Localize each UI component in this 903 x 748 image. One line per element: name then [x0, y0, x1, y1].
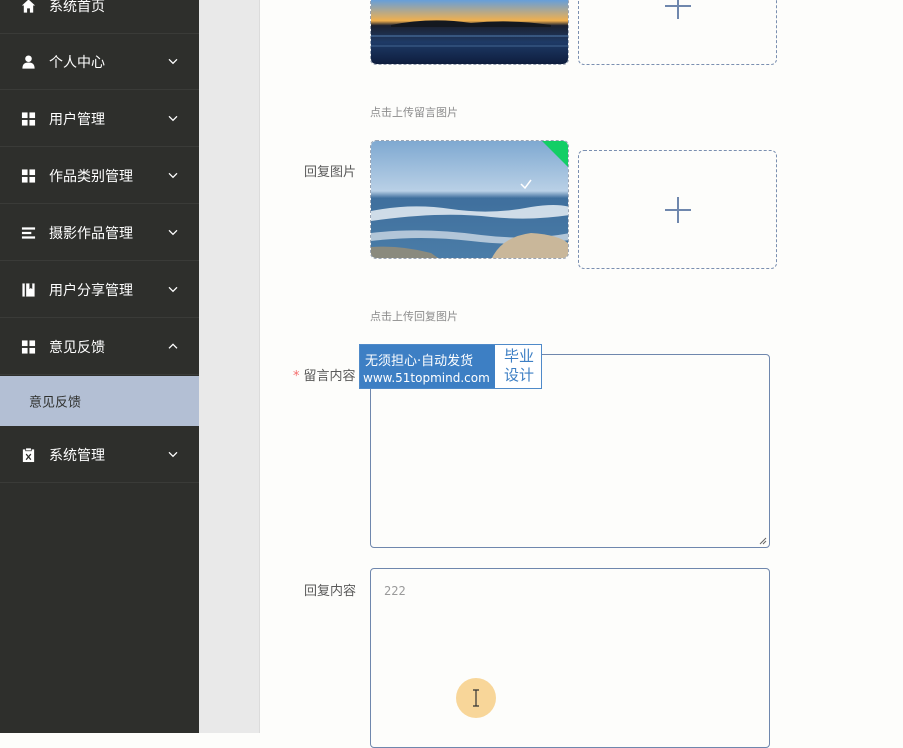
message-image-preview[interactable] [370, 0, 569, 65]
menu-label-system-management: 系统管理 [49, 447, 105, 464]
menu-label-category-management: 作品类别管理 [49, 168, 133, 185]
menu-label-user-management: 用户管理 [49, 111, 105, 128]
menu-item-personal-center[interactable]: 个人中心 [0, 34, 199, 90]
reply-content-label: 回复内容 [304, 584, 357, 599]
subitem-label-feedback: 意见反馈 [29, 395, 82, 411]
message-content-label-text: 留言内容 [303, 369, 356, 384]
divider [259, 0, 260, 733]
chevron-down-icon [168, 451, 178, 457]
clipboard-icon [22, 447, 35, 462]
menu-label-feedback: 意见反馈 [49, 339, 105, 356]
home-icon [21, 0, 36, 13]
reply-content-textarea[interactable]: 222 [370, 568, 770, 748]
menu-label-home: 系统首页 [49, 0, 105, 15]
watermark-line2: www.51topmind.com [363, 371, 490, 385]
watermark-badge-top: 毕业 [503, 347, 534, 365]
watermark-badge: 无须担心·自动发货 www.51topmind.com 毕业 设计 [359, 344, 542, 389]
chevron-down-icon [168, 58, 178, 64]
user-icon [22, 54, 35, 69]
menu-label-share-management: 用户分享管理 [49, 282, 133, 299]
plus-icon [664, 0, 691, 19]
menu-item-category-management[interactable]: 作品类别管理 [0, 148, 199, 204]
text-cursor-icon [473, 689, 479, 707]
sidebar-subitem-feedback[interactable]: 意见反馈 [0, 376, 199, 426]
chevron-up-icon [168, 342, 178, 349]
menu-item-user-management[interactable]: 用户管理 [0, 91, 199, 147]
resize-handle-icon[interactable] [759, 537, 767, 545]
menu-item-share-management[interactable]: 用户分享管理 [0, 262, 199, 318]
reply-content-value: 222 [384, 584, 406, 598]
grid-icon [21, 339, 36, 354]
menu-item-photo-management[interactable]: 摄影作品管理 [0, 205, 199, 261]
watermark-right: 毕业 设计 [497, 347, 541, 385]
chevron-down-icon [168, 115, 178, 121]
grid-icon [21, 111, 36, 126]
reply-image-preview[interactable] [370, 140, 569, 259]
watermark-line1: 无须担心·自动发货 [365, 354, 474, 369]
reply-image-label: 回复图片 [304, 165, 357, 180]
chevron-down-icon [168, 229, 178, 235]
chevron-down-icon [168, 286, 178, 292]
menu-item-feedback[interactable]: 意见反馈 [0, 319, 199, 375]
list-icon [21, 226, 36, 239]
menu-item-system-management[interactable]: 系统管理 [0, 427, 199, 483]
watermark-badge-bottom: 设计 [503, 366, 534, 384]
chevron-down-icon [168, 172, 178, 178]
plus-icon [664, 196, 691, 223]
book-icon [22, 282, 35, 297]
sidebar: 系统首页 个人中心 用户管理 作品类别管理 摄影作品管理 用户分享管理 意见反馈… [0, 0, 199, 733]
sea-image [371, 141, 568, 258]
required-mark: * [293, 369, 300, 384]
cursor-highlight [456, 678, 496, 718]
reply-image-upload-button[interactable] [578, 150, 777, 269]
grid-icon [21, 168, 36, 183]
message-image-hint: 点击上传留言图片 [370, 106, 458, 119]
menu-label-photo-management: 摄影作品管理 [49, 225, 133, 242]
menu-label-personal-center: 个人中心 [49, 54, 105, 71]
watermark-left: 无须担心·自动发货 www.51topmind.com [360, 345, 495, 388]
reply-image-hint: 点击上传回复图片 [370, 310, 458, 323]
menu-item-home[interactable]: 系统首页 [0, 0, 199, 34]
message-image-upload-button[interactable] [578, 0, 777, 65]
sunset-lake-image [371, 0, 568, 64]
gutter [199, 0, 259, 733]
message-content-label: * 留言内容 [293, 365, 356, 384]
